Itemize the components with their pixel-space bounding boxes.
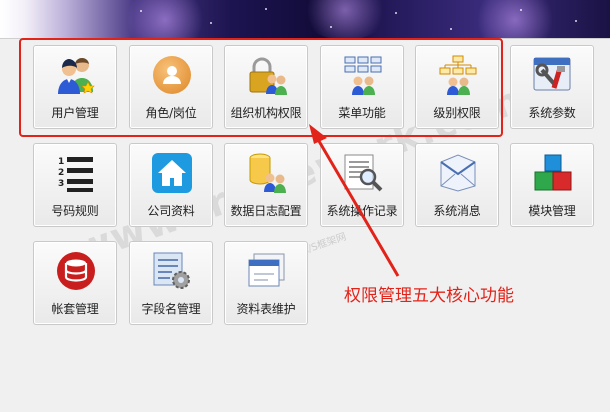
tile-field-name-management[interactable]: 字段名管理 (129, 241, 213, 325)
numbered-list-icon: 1 2 3 (55, 152, 97, 194)
menu-tree-icon (342, 54, 384, 96)
svg-text:2: 2 (58, 168, 64, 178)
tile-system-messages[interactable]: 系统消息 (415, 143, 499, 227)
tile-label: 角色/岗位 (145, 106, 197, 120)
tile-user-management[interactable]: 用户管理 (33, 45, 117, 129)
tile-label: 帐套管理 (51, 302, 99, 316)
tile-org-permissions[interactable]: 组织机构权限 (224, 45, 308, 129)
tile-label: 公司资料 (147, 204, 195, 218)
users-icon (55, 54, 97, 96)
tile-label: 系统参数 (528, 106, 576, 120)
window-icon (246, 250, 288, 292)
tile-label: 模块管理 (528, 204, 576, 218)
database-icon (55, 250, 97, 292)
database-users-icon (246, 152, 288, 194)
tile-data-log-config[interactable]: 数据日志配置 (224, 143, 308, 227)
tile-label: 数据日志配置 (230, 204, 302, 218)
form-gear-icon (151, 250, 193, 292)
tile-number-rules[interactable]: 1 2 3 号码规则 (33, 143, 117, 227)
home-icon (151, 152, 193, 194)
tile-label: 系统消息 (433, 204, 481, 218)
tile-system-parameters[interactable]: 系统参数 (510, 45, 594, 129)
svg-text:3: 3 (58, 179, 64, 189)
header-banner (0, 0, 610, 38)
cubes-icon (532, 152, 574, 194)
tile-label: 菜单功能 (338, 106, 386, 120)
tile-role-post[interactable]: 角色/岗位 (129, 45, 213, 129)
tile-label: 组织机构权限 (230, 106, 302, 120)
tile-operation-log[interactable]: 系统操作记录 (320, 143, 404, 227)
tile-label: 资料表维护 (236, 302, 296, 316)
tile-label: 用户管理 (51, 106, 99, 120)
document-search-icon (342, 152, 384, 194)
tile-label: 级别权限 (433, 106, 481, 120)
tools-icon (532, 54, 574, 96)
tile-account-set-management[interactable]: 帐套管理 (33, 241, 117, 325)
tile-company-info[interactable]: 公司资料 (129, 143, 213, 227)
tile-label: 字段名管理 (141, 302, 201, 316)
person-circle-icon (151, 54, 193, 96)
tile-module-management[interactable]: 模块管理 (510, 143, 594, 227)
svg-text:1: 1 (58, 157, 64, 167)
tile-label: 号码规则 (51, 204, 99, 218)
tile-table-maintenance[interactable]: 资料表维护 (224, 241, 308, 325)
lock-users-icon (246, 54, 288, 96)
annotation-text: 权限管理五大核心功能 (344, 286, 514, 306)
tile-level-permissions[interactable]: 级别权限 (415, 45, 499, 129)
envelope-icon (437, 152, 479, 194)
tile-label: 系统操作记录 (326, 204, 398, 218)
hierarchy-icon (437, 54, 479, 96)
tile-menu-function[interactable]: 菜单功能 (320, 45, 404, 129)
